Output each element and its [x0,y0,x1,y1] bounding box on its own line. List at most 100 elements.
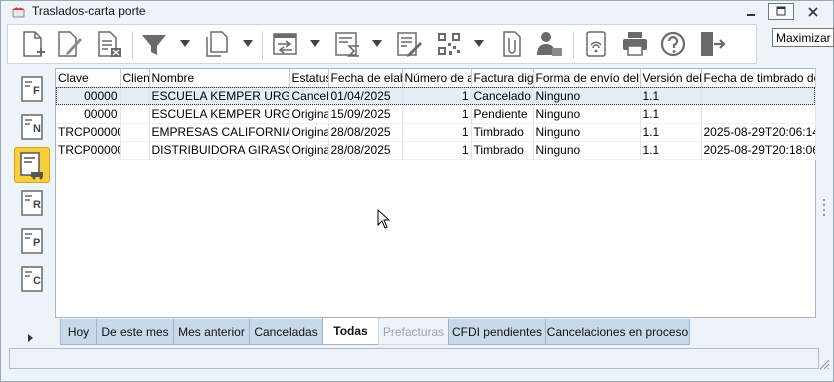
exit-icon [701,32,726,56]
receipt-button[interactable] [582,28,612,60]
document-f-icon [21,76,43,102]
tab-de-este-mes[interactable]: De este mes [96,319,174,345]
tab-canceladas[interactable]: Canceladas [249,319,323,345]
resize-grip-icon[interactable] [818,358,830,370]
delivery-button[interactable] [534,28,564,60]
column-header[interactable]: Número de al [402,69,472,88]
column-header[interactable]: Clave [56,69,121,88]
print-button[interactable] [620,28,650,60]
tab-todas[interactable]: Todas [322,318,379,345]
table-cell: Original [289,141,329,160]
column-header[interactable]: Clien [120,69,150,88]
table-cell: Original [289,123,329,142]
table-cell: 15/09/2025 [328,105,403,124]
window-title: Traslados-carta porte [32,4,146,18]
sidebar-item-r[interactable]: R [14,185,50,221]
tab-hoy[interactable]: Hoy [60,319,97,345]
filter-button[interactable] [139,28,169,60]
column-header[interactable]: Nombre [149,69,290,88]
table-cell [701,87,816,106]
cancel-document-button[interactable] [94,28,124,60]
table-cell: 1.1 [640,105,702,124]
mouse-pointer-icon [377,209,391,229]
table-cell: Cancel [289,87,329,106]
column-header[interactable]: Factura digit [471,69,534,88]
maximize-icon [776,6,786,16]
qr-code-icon [438,33,460,55]
new-document-icon [23,31,45,57]
minimize-icon [747,14,755,16]
table-cell: Timbrado [471,123,534,142]
sidebar-letter: N [33,123,41,135]
table-cell: Ninguno [533,123,641,142]
copy-button[interactable] [202,28,232,60]
sidebar-letter: P [33,237,41,249]
table-cell: Cancelado a [471,87,534,106]
help-button[interactable] [658,28,688,60]
documents-grid[interactable]: Clave Clien Nombre Estatus Fecha de elab… [55,68,816,318]
table-row[interactable]: 00000 ESCUELA KEMPER URGA1 Cancel 01/04/… [56,87,816,106]
sidebar-item-p[interactable]: P [14,223,50,259]
receipt-icon [586,31,606,57]
maximize-tooltip: Maximizar [772,28,834,47]
tab-cfdi-pendientes[interactable]: CFDI pendientes [448,319,546,345]
print-icon [623,32,647,56]
table-header-row: Clave Clien Nombre Estatus Fecha de elab… [56,69,816,88]
column-header[interactable]: Fecha de elab [328,69,403,88]
sidebar-expand-icon[interactable] [26,334,34,342]
edit-document-button[interactable] [54,28,84,60]
exit-button[interactable] [696,28,726,60]
sidebar-item-n[interactable]: N [14,109,50,145]
filter-tabs: Hoy De este mes Mes anterior Canceladas … [60,318,760,345]
export-icon [273,33,297,55]
tab-mes-anterior[interactable]: Mes anterior [173,319,250,345]
splitter-grip-icon[interactable] [822,198,826,216]
sidebar: F N R P C [10,67,54,347]
sum-dropdown-icon[interactable] [372,40,382,48]
toolbar [7,24,757,64]
export-button[interactable] [270,28,300,60]
minimize-button[interactable] [737,3,763,20]
table-row[interactable]: 00000 ESCUELA KEMPER URGA1 Original 15/0… [56,105,816,124]
document-r-icon [21,190,43,216]
table-cell: EMPRESAS CALIFORNIA S [149,123,290,142]
column-header[interactable]: Versión del [640,69,702,88]
attach-button[interactable] [496,28,526,60]
table-cell: Pendiente [471,105,534,124]
help-icon [660,31,686,57]
table-cell [120,87,150,106]
table-cell: 00000 [56,87,121,106]
export-dropdown-icon[interactable] [310,40,320,48]
close-button[interactable] [799,3,825,20]
table-row[interactable]: TRCP00000( EMPRESAS CALIFORNIA S Origina… [56,123,816,142]
close-icon [808,7,818,17]
sidebar-item-traslados[interactable] [14,147,50,183]
column-header[interactable]: Estatus [289,69,329,88]
table-row[interactable]: TRCP00000( DISTRIBUIDORA GIRASOL Origina… [56,141,816,160]
sum-button[interactable] [332,28,362,60]
sidebar-letter: F [33,85,40,97]
maximize-button[interactable] [768,3,794,20]
table-cell: 1 [402,141,472,160]
write-button[interactable] [394,28,424,60]
qr-dropdown-icon[interactable] [474,40,484,48]
table-cell: 1.1 [640,123,702,142]
tab-cancelaciones-en-proceso[interactable]: Cancelaciones en proceso [545,319,690,345]
sidebar-letter: C [33,275,41,287]
sidebar-letter: R [33,199,41,211]
toolbar-separator [262,31,263,59]
column-header[interactable]: Fecha de timbrado del [701,69,816,88]
table-cell: 00000 [56,105,121,124]
sidebar-item-f[interactable]: F [14,71,50,107]
table-cell: TRCP00000( [56,141,121,160]
copy-dropdown-icon[interactable] [243,40,253,48]
column-header[interactable]: Forma de envío del d [533,69,641,88]
table-cell [701,105,816,124]
qr-code-button[interactable] [434,28,464,60]
sidebar-item-c[interactable]: C [14,261,50,297]
table-cell [120,141,150,160]
new-document-button[interactable] [18,28,48,60]
main-window: Traslados-carta porte Maximizar F N R P … [0,0,834,382]
table-cell: 28/08/2025 [328,123,403,142]
filter-dropdown-icon[interactable] [180,40,190,48]
